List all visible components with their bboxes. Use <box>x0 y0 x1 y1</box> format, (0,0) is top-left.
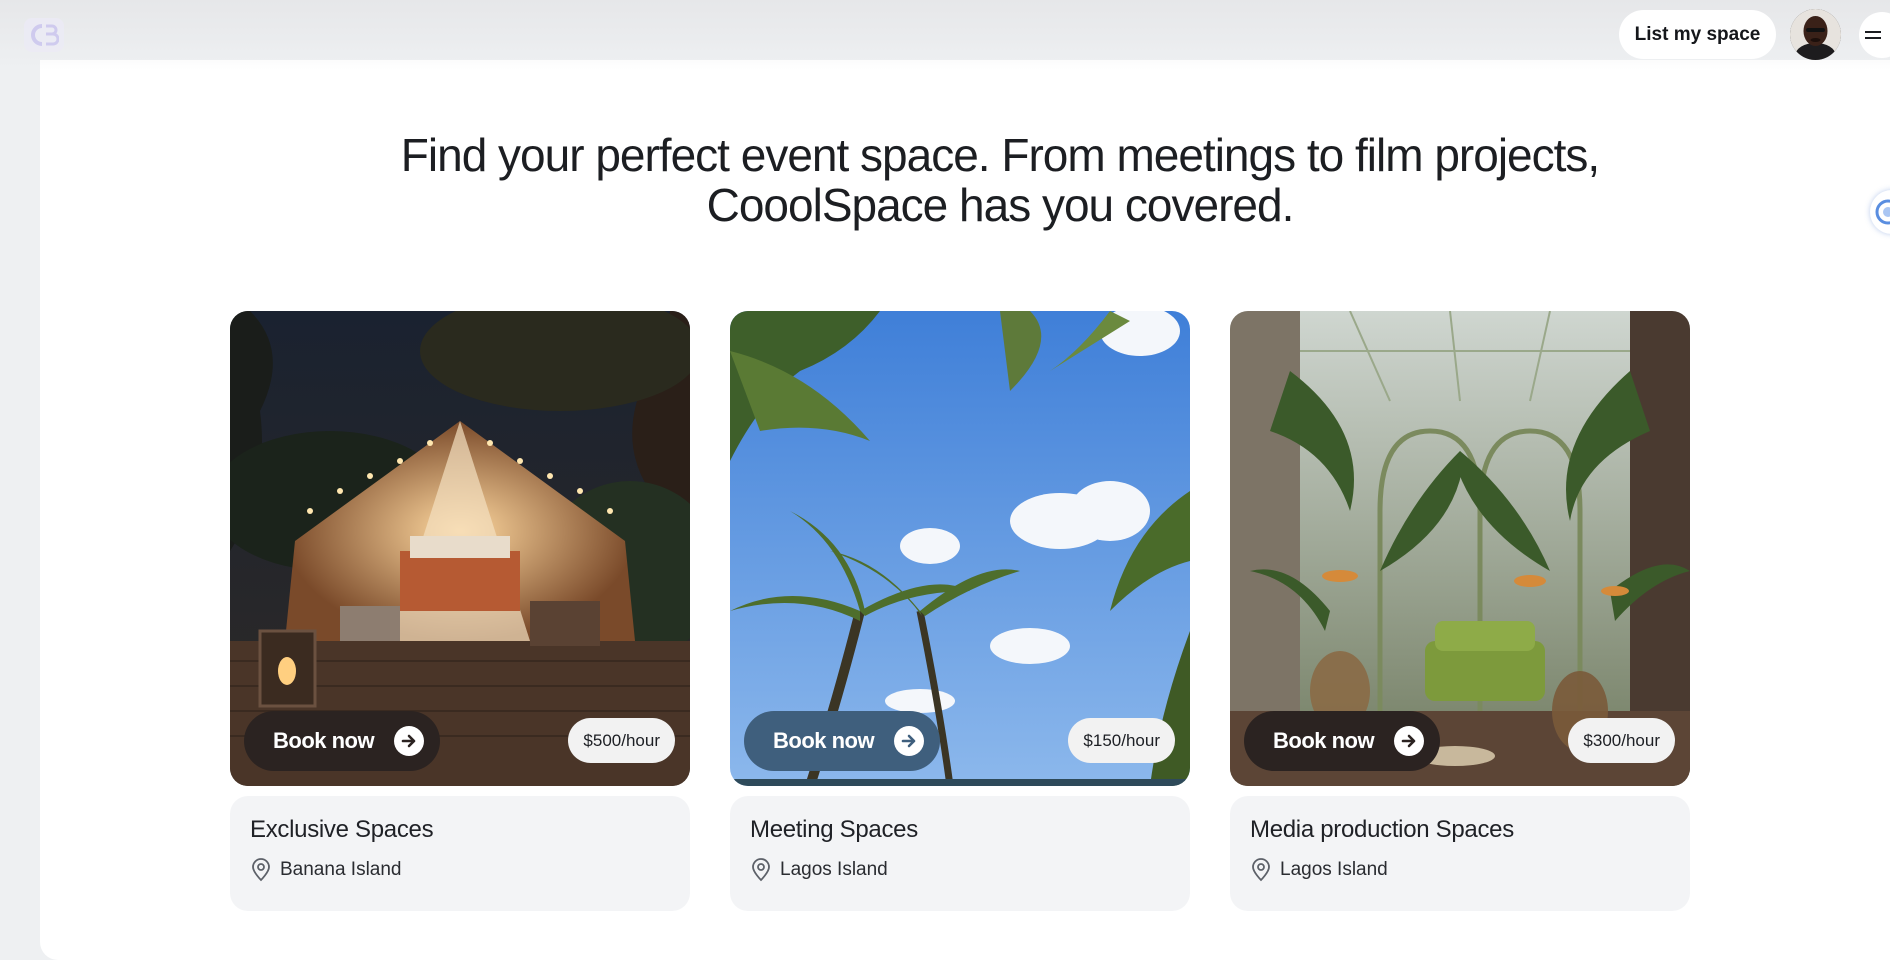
space-card-location: Lagos Island <box>750 858 1170 882</box>
coolspace-logo-icon[interactable] <box>24 18 64 52</box>
location-pin-icon <box>1252 858 1270 882</box>
space-card-info: Exclusive Spaces Banana Island <box>230 796 690 911</box>
price-badge: $300/hour <box>1568 718 1675 763</box>
location-label: Lagos Island <box>780 859 888 880</box>
hero-headline-line2: CooolSpace has you covered. <box>706 179 1295 231</box>
location-label: Lagos Island <box>1280 859 1388 880</box>
top-bar: List my space <box>0 0 1890 70</box>
location-label: Banana Island <box>280 859 402 880</box>
space-card-image[interactable]: Book now $150/hour <box>730 311 1190 786</box>
arrow-right-icon <box>394 726 425 756</box>
space-card-title: Meeting Spaces <box>750 816 918 843</box>
book-now-button[interactable]: Book now <box>244 711 441 771</box>
book-now-label: Book now <box>1273 728 1375 753</box>
location-pin-icon <box>752 858 770 882</box>
hero-headline-line1: Find your perfect event space. From meet… <box>400 129 1600 181</box>
space-card-exclusive[interactable]: Book now $500/hour Exclusive Spaces Bana… <box>230 311 690 911</box>
price-badge: $500/hour <box>568 718 675 763</box>
hero-headline: Find your perfect event space. From meet… <box>240 130 1760 230</box>
space-card-title: Exclusive Spaces <box>250 816 434 843</box>
space-card-image[interactable]: Book now $300/hour <box>1230 311 1690 786</box>
list-my-space-button[interactable]: List my space <box>1619 10 1776 59</box>
space-card-title: Media production Spaces <box>1250 816 1514 843</box>
price-badge: $150/hour <box>1068 718 1175 763</box>
book-now-button[interactable]: Book now <box>744 711 941 771</box>
space-card-image[interactable]: Book now $500/hour <box>230 311 690 786</box>
hamburger-menu-icon[interactable] <box>1859 12 1890 58</box>
space-card-info: Meeting Spaces Lagos Island <box>730 796 1190 911</box>
book-now-button[interactable]: Book now <box>1244 711 1441 771</box>
space-card-location: Lagos Island <box>1250 858 1670 882</box>
arrow-right-icon <box>894 726 925 756</box>
space-card-media-production[interactable]: Book now $300/hour Media production Spac… <box>1230 311 1690 911</box>
space-card-location: Banana Island <box>250 858 670 882</box>
user-avatar[interactable] <box>1790 9 1841 60</box>
book-now-label: Book now <box>773 728 875 753</box>
space-card-meeting[interactable]: Book now $150/hour Meeting Spaces Lagos … <box>730 311 1190 911</box>
location-pin-icon <box>252 858 270 882</box>
arrow-right-icon <box>1394 726 1425 756</box>
book-now-label: Book now <box>273 728 375 753</box>
space-card-info: Media production Spaces Lagos Island <box>1230 796 1690 911</box>
